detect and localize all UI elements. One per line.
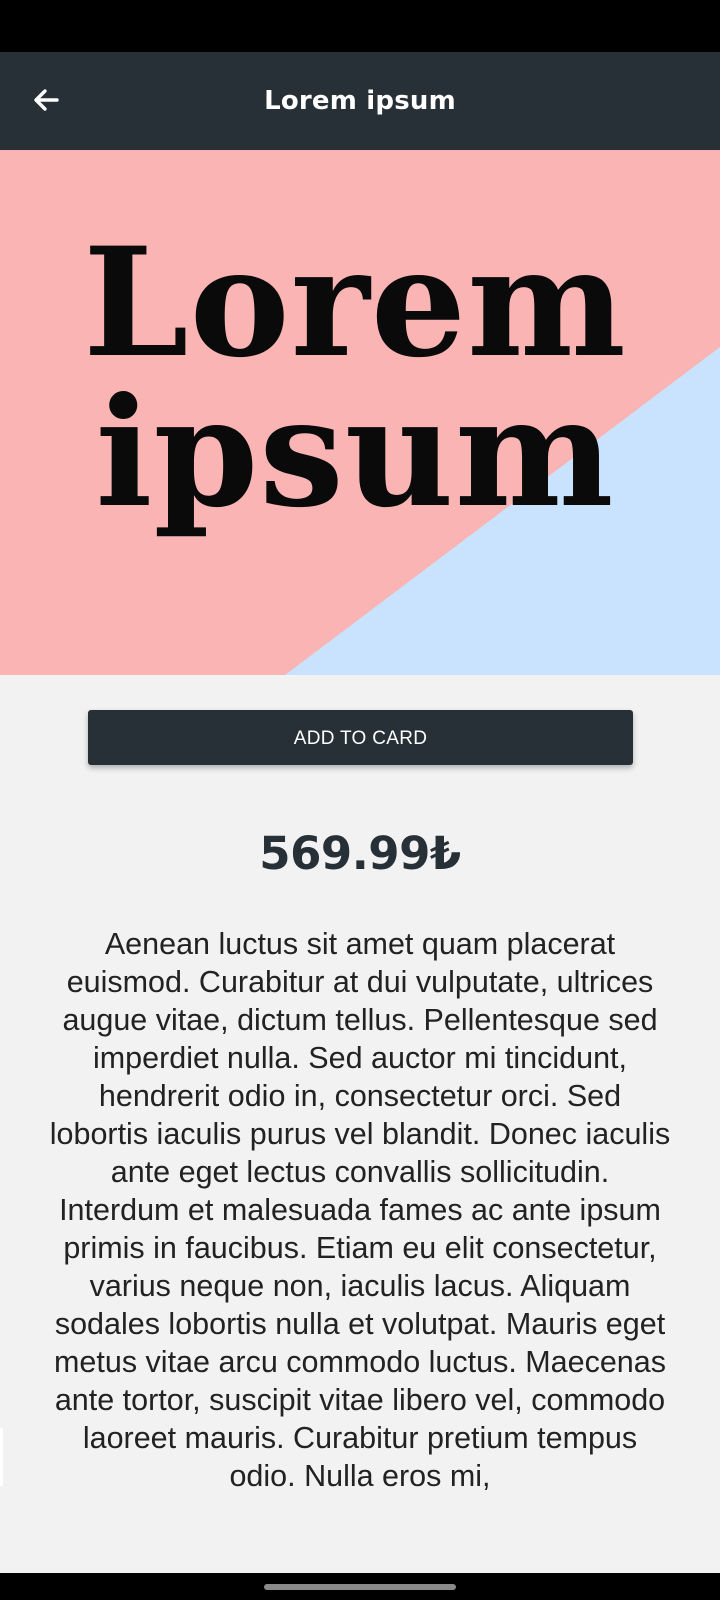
product-description: Aenean luctus sit amet quam placerat eui… xyxy=(49,927,671,1493)
add-to-card-button[interactable]: ADD TO CARD xyxy=(88,710,633,765)
back-button[interactable] xyxy=(22,76,70,124)
product-image: Lorem ipsum xyxy=(0,150,720,675)
home-indicator[interactable] xyxy=(264,1584,456,1590)
hero-title: Lorem ipsum xyxy=(0,228,720,528)
hero-title-line-1: Lorem xyxy=(83,215,627,391)
hero-title-line-2: ipsum xyxy=(95,365,615,541)
status-bar xyxy=(0,0,720,52)
edge-swipe-handle[interactable] xyxy=(0,1428,3,1486)
navigation-bar xyxy=(0,1573,720,1600)
screen: Lorem ipsum Lorem ipsum ADD TO CARD 569.… xyxy=(0,0,720,1600)
app-bar: Lorem ipsum xyxy=(0,52,720,150)
page-title: Lorem ipsum xyxy=(264,86,456,116)
product-price: 569.99₺ xyxy=(259,827,461,880)
arrow-left-icon xyxy=(34,89,59,111)
